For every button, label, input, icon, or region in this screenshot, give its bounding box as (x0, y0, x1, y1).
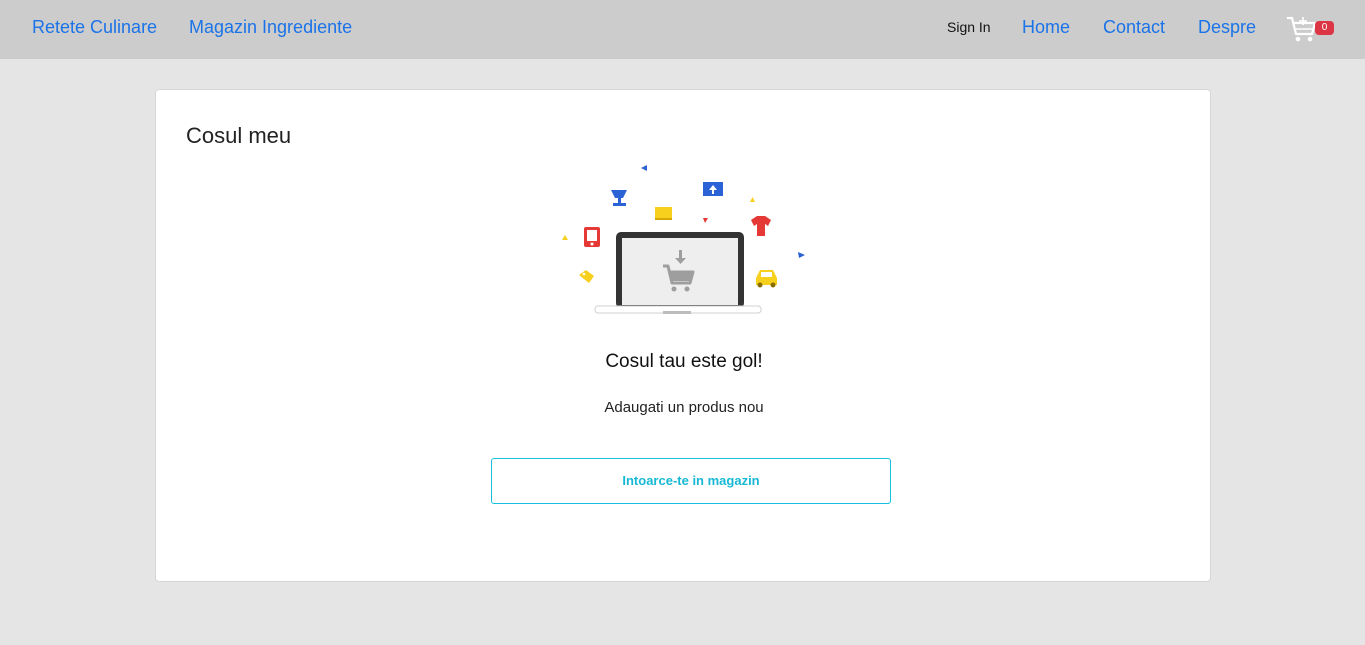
nav-link-magazin-ingrediente[interactable]: Magazin Ingrediente (189, 16, 352, 38)
nav-link-home[interactable]: Home (1022, 16, 1070, 38)
back-to-shop-button[interactable]: Intoarce-te in magazin (491, 458, 891, 504)
empty-cart-subtitle: Adaugati un produs nou (604, 399, 764, 416)
cart-button[interactable]: 0 (1286, 14, 1336, 44)
cart-count-badge: 0 (1315, 21, 1334, 35)
shopping-cart-icon (1287, 16, 1317, 42)
top-navbar: Retete Culinare Magazin Ingrediente Sign… (0, 0, 1365, 59)
nav-link-retete-culinare[interactable]: Retete Culinare (32, 16, 157, 38)
empty-cart-laptop-illustration (562, 165, 805, 314)
nav-link-contact[interactable]: Contact (1103, 16, 1165, 38)
empty-cart-title: Cosul tau este gol! (605, 351, 763, 372)
sign-in-link[interactable]: Sign In (947, 18, 991, 36)
nav-link-despre[interactable]: Despre (1198, 16, 1256, 38)
page-title: Cosul meu (186, 123, 292, 148)
cart-card: Cosul meu Cosul tau este gol! Adaugati u… (155, 89, 1211, 582)
